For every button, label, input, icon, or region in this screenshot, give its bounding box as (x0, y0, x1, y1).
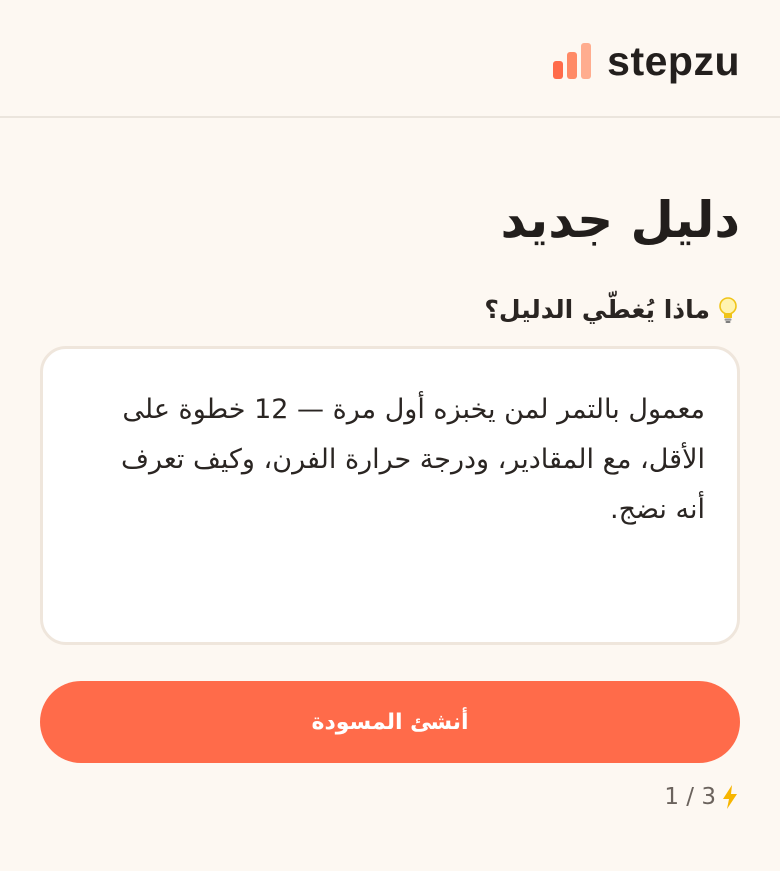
usage-quota: 1 / 3 (40, 782, 740, 812)
guide-topic-input[interactable]: معمول بالتمر لمن يخبزه أول مرة — 12 خطوة… (40, 346, 740, 645)
prompt-label-text: ماذا يُغطّي الدليل؟ (484, 295, 710, 324)
brand-name: stepzu (607, 38, 740, 84)
lightning-bolt-icon (723, 785, 737, 809)
create-draft-button[interactable]: أنشئ المسودة (40, 681, 740, 763)
quota-count: 1 / 3 (664, 784, 716, 810)
app-page: stepzu دليل جديد ماذا يُغطّي الدليل؟ معم… (0, 0, 780, 871)
bar-chart-logo-icon (553, 43, 592, 79)
top-header: stepzu (0, 0, 780, 118)
prompt-label: ماذا يُغطّي الدليل؟ (484, 290, 740, 330)
page-title: دليل جديد (500, 191, 740, 249)
brand-logo[interactable]: stepzu (553, 38, 740, 84)
lightbulb-icon (719, 297, 737, 323)
